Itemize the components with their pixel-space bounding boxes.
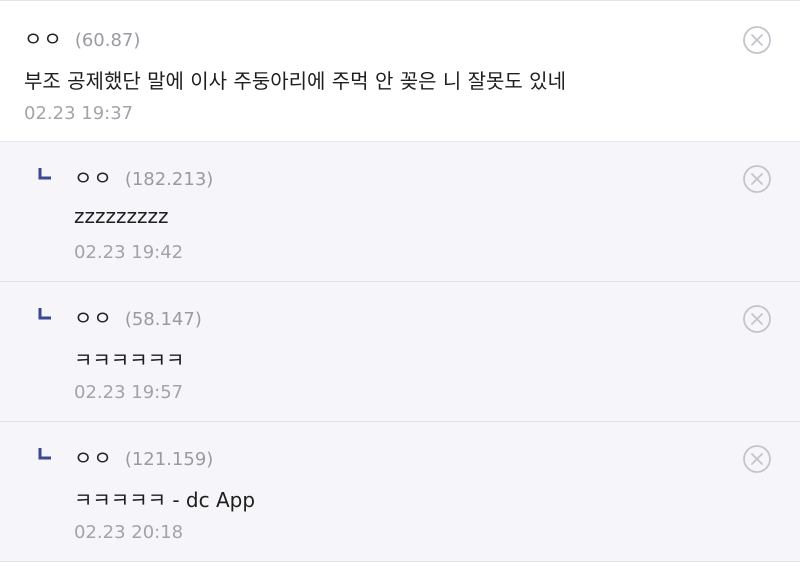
- comment-ip: (60.87): [74, 30, 141, 51]
- reply-nickname[interactable]: ㅇㅇ: [74, 302, 113, 331]
- reply-text: zzzzzzzzz: [74, 204, 169, 228]
- reply-date: 02.23 20:18: [74, 522, 184, 543]
- reply-header: ㅇㅇ (182.213): [74, 162, 213, 191]
- comment-header: ㅇㅇ (60.87): [24, 23, 140, 52]
- reply-arrow-icon: [38, 308, 51, 320]
- reply-ip: (121.159): [124, 449, 214, 470]
- delete-circle-x-icon[interactable]: [742, 164, 772, 194]
- reply-ip: (58.147): [124, 309, 202, 330]
- reply-item: ㅇㅇ (182.213) zzzzzzzzz 02.23 19:42: [0, 142, 800, 282]
- reply-header: ㅇㅇ (121.159): [74, 442, 213, 471]
- reply-date: 02.23 19:42: [74, 242, 184, 263]
- delete-circle-x-icon[interactable]: [742, 304, 772, 334]
- comment-nickname[interactable]: ㅇㅇ: [24, 23, 63, 52]
- reply-item: ㅇㅇ (58.147) ㅋㅋㅋㅋㅋㅋ 02.23 19:57: [0, 282, 800, 422]
- comment-item: ㅇㅇ (60.87) 부조 공제했단 말에 이사 주둥아리에 주먹 안 꽂은 니…: [0, 1, 800, 142]
- reply-ip: (182.213): [124, 169, 214, 190]
- reply-nickname[interactable]: ㅇㅇ: [74, 442, 113, 471]
- comment-date: 02.23 19:37: [24, 103, 134, 124]
- reply-date: 02.23 19:57: [74, 382, 184, 403]
- reply-text: ㅋㅋㅋㅋㅋㅋ: [74, 348, 185, 372]
- reply-text: ㅋㅋㅋㅋㅋ - dc App: [74, 488, 256, 512]
- reply-arrow-icon: [38, 448, 51, 460]
- reply-item: ㅇㅇ (121.159) ㅋㅋㅋㅋㅋ - dc App 02.23 20:18: [0, 422, 800, 562]
- comment-text: 부조 공제했단 말에 이사 주둥아리에 주먹 안 꽂은 니 잘못도 있네: [24, 69, 566, 93]
- delete-circle-x-icon[interactable]: [742, 25, 772, 55]
- reply-nickname[interactable]: ㅇㅇ: [74, 162, 113, 191]
- delete-circle-x-icon[interactable]: [742, 444, 772, 474]
- reply-header: ㅇㅇ (58.147): [74, 302, 202, 331]
- comment-list: ㅇㅇ (60.87) 부조 공제했단 말에 이사 주둥아리에 주먹 안 꽂은 니…: [0, 0, 800, 566]
- reply-arrow-icon: [38, 168, 51, 180]
